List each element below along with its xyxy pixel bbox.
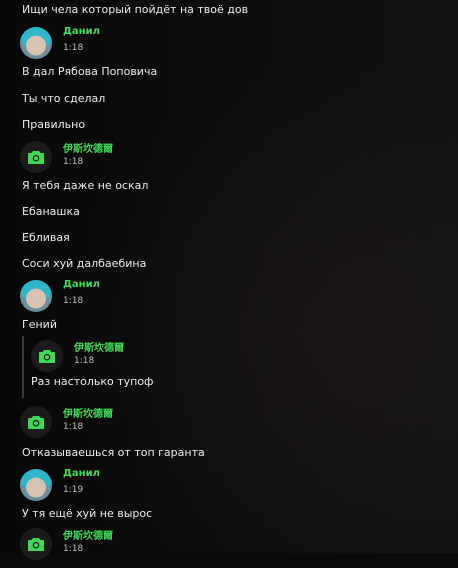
message-time: 1:18 — [63, 422, 84, 432]
message-text: В дал Рябова Поповича — [22, 65, 158, 78]
message-text: Ты что сделал — [22, 92, 106, 105]
message-text: Соси хуй далбаебина — [22, 257, 147, 270]
camera-icon — [28, 151, 44, 164]
reply-quote[interactable]: 伊斯坎德爾 1:18 Раз настолько тупоф — [22, 336, 424, 398]
chat-log: Ищи чела который пойдёт на твоё дов Дани… — [0, 0, 458, 560]
message-text: Отказываешься от топ гаранта — [22, 446, 205, 459]
avatar[interactable] — [20, 27, 52, 59]
avatar[interactable] — [20, 469, 52, 501]
avatar[interactable] — [20, 280, 52, 312]
message-text: Ебливая — [22, 231, 70, 244]
message-text: У тя ещё хуй не вырос — [22, 507, 153, 520]
avatar[interactable] — [20, 406, 52, 438]
message-text: Я тебя даже не оскал — [22, 179, 149, 192]
camera-icon — [28, 538, 44, 551]
message-text: Ищи чела который пойдёт на твоё дов — [22, 3, 249, 16]
camera-icon — [28, 416, 44, 429]
message-time: 1:18 — [63, 296, 84, 306]
message-time: 1:19 — [63, 485, 84, 495]
message-text: Ебанашка — [22, 205, 80, 218]
message-text: Правильно — [22, 118, 86, 131]
author-name[interactable]: Данил — [63, 26, 100, 37]
message-time: 1:18 — [74, 356, 95, 366]
message-time: 1:18 — [63, 157, 84, 167]
author-name[interactable]: 伊斯坎德爾 — [63, 140, 113, 155]
author-name[interactable]: Данил — [63, 468, 100, 479]
author-name[interactable]: 伊斯坎德爾 — [74, 339, 124, 354]
author-name[interactable]: Данил — [63, 279, 100, 290]
author-name[interactable]: 伊斯坎德爾 — [63, 527, 113, 542]
avatar[interactable] — [31, 340, 63, 372]
quote-text: Раз настолько тупоф — [31, 375, 154, 388]
avatar[interactable] — [20, 528, 52, 560]
author-name[interactable]: 伊斯坎德爾 — [63, 405, 113, 420]
message-time: 1:18 — [63, 43, 84, 53]
camera-icon — [39, 350, 55, 363]
avatar[interactable] — [20, 141, 52, 173]
message-text: Гений — [22, 318, 57, 331]
